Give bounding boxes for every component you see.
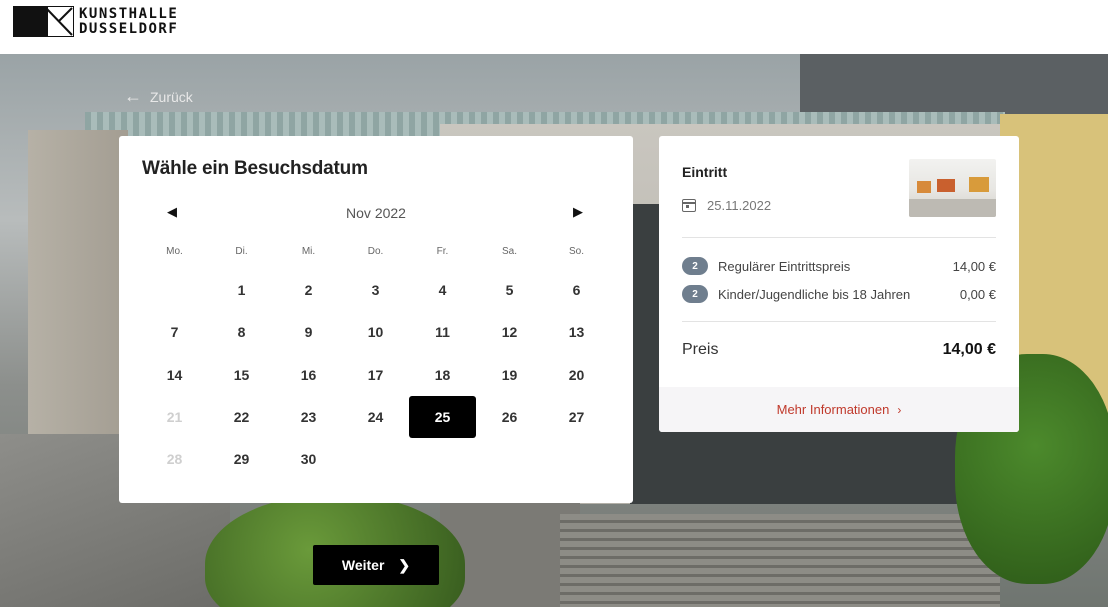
quantity-badge: 2 <box>682 285 708 303</box>
month-navigation: ◀ Nov 2022 ▶ <box>119 204 633 224</box>
calendar-day[interactable]: 23 <box>275 396 342 438</box>
calendar-day[interactable]: 7 <box>141 311 208 353</box>
calendar-day[interactable]: 17 <box>342 354 409 396</box>
calendar-day[interactable]: 13 <box>543 311 610 353</box>
quantity-badge: 2 <box>682 257 708 275</box>
ticket-date: 25.11.2022 <box>682 198 771 213</box>
weekday-label: Sa. <box>501 246 517 257</box>
calendar-empty-cell <box>141 269 208 311</box>
calendar-day[interactable]: 15 <box>208 354 275 396</box>
calendar-day[interactable]: 11 <box>409 311 476 353</box>
ticket-type-label: Kinder/Jugendliche bis 18 Jahren <box>718 286 911 302</box>
back-link[interactable]: ← Zurück <box>124 86 193 107</box>
calendar-day[interactable]: 27 <box>543 396 610 438</box>
site-header: KUNSTHALLE DUSSELDORF <box>0 0 1108 54</box>
more-info-label: Mehr Informationen <box>776 402 890 417</box>
total-value: 14,00 € <box>942 341 996 358</box>
chevron-right-icon: ❯ <box>398 556 411 573</box>
calendar-day[interactable]: 10 <box>342 311 409 353</box>
exhibition-thumbnail <box>909 159 996 217</box>
weekday-label: Mi. <box>301 246 316 257</box>
calendar-day[interactable]: 30 <box>275 438 342 480</box>
stairs <box>560 514 1000 607</box>
arrow-left-icon: ← <box>124 86 142 106</box>
calendar-day[interactable]: 12 <box>476 311 543 353</box>
calendar-icon <box>682 199 696 212</box>
ticket-row: 2 Kinder/Jugendliche bis 18 Jahren 0,00 … <box>682 285 996 303</box>
weekday-label: Di. <box>235 246 248 257</box>
kunsthalle-logo[interactable]: KUNSTHALLE DUSSELDORF <box>13 6 178 37</box>
thumb-floor <box>909 199 996 217</box>
ticket-type-label: Regulärer Eintrittspreis <box>718 258 851 274</box>
ticket-price: 14,00 € <box>952 258 996 274</box>
date-picker-card: Wähle ein Besuchsdatum ◀ Nov 2022 ▶ Mo. D… <box>119 136 633 503</box>
calendar-days-grid: 1 2 3 4 5 6 7 8 9 10 11 12 13 14 15 16 17 18 19 20 21 22 23 24 2… <box>141 269 610 480</box>
calendar-day[interactable]: 2 <box>275 269 342 311</box>
more-info-link[interactable]: Mehr Informationen › <box>659 387 1019 432</box>
logo-text: KUNSTHALLE DUSSELDORF <box>79 5 179 37</box>
thumb-artwork <box>917 181 931 193</box>
ticket-price: 0,00 € <box>959 286 996 302</box>
calendar-day[interactable]: 26 <box>476 396 543 438</box>
calendar-day-disabled: 28 <box>166 451 183 468</box>
calendar-day[interactable]: 16 <box>275 354 342 396</box>
ticket-summary-card: Eintritt 25.11.2022 2 Regulärer Eintritt… <box>659 136 1019 432</box>
chevron-right-icon: › <box>897 402 902 417</box>
ticket-row: 2 Regulärer Eintrittspreis 14,00 € <box>682 257 996 275</box>
calendar-day[interactable]: 29 <box>208 438 275 480</box>
calendar-day[interactable]: 18 <box>409 354 476 396</box>
calendar-day[interactable]: 9 <box>275 311 342 353</box>
thumb-artwork <box>937 179 955 192</box>
calendar-day[interactable]: 14 <box>141 354 208 396</box>
logo-mark-icon <box>13 6 74 37</box>
calendar-day[interactable]: 4 <box>409 269 476 311</box>
calendar-day[interactable]: 22 <box>208 396 275 438</box>
weekday-label: Do. <box>367 246 384 257</box>
thumb-artwork <box>969 177 989 192</box>
divider <box>682 237 996 238</box>
total-label: Preis <box>682 341 719 358</box>
weekday-label: Fr. <box>436 246 449 257</box>
calendar-day[interactable]: 1 <box>208 269 275 311</box>
logo-line-1: KUNSTHALLE <box>79 5 179 22</box>
calendar-day[interactable]: 8 <box>208 311 275 353</box>
roof-dark <box>800 54 1108 114</box>
continue-button[interactable]: Weiter ❯ <box>313 545 439 585</box>
logo-line-2: DUSSELDORF <box>79 20 179 37</box>
total-price: Preis 14,00 € <box>682 341 996 359</box>
date-picker-title: Wähle ein Besuchsdatum <box>142 158 368 179</box>
weekday-label: Mo. <box>166 246 183 257</box>
current-month: Nov 2022 <box>346 205 406 221</box>
calendar-day[interactable]: 19 <box>476 354 543 396</box>
calendar-day-disabled: 21 <box>166 409 183 426</box>
ticket-date-value: 25.11.2022 <box>707 198 772 213</box>
divider <box>682 321 996 322</box>
back-label: Zurück <box>150 88 193 105</box>
weekday-label: So. <box>568 246 584 257</box>
calendar-day-selected[interactable]: 25 <box>409 395 476 439</box>
weekday-header: Mo. Di. Mi. Do. Fr. Sa. So. <box>141 246 610 257</box>
calendar-day[interactable]: 5 <box>476 269 543 311</box>
ticket-title: Eintritt <box>682 164 728 180</box>
calendar-day[interactable]: 20 <box>543 354 610 396</box>
next-month-icon[interactable]: ▶ <box>573 204 583 220</box>
calendar-day[interactable]: 6 <box>543 269 610 311</box>
calendar-day[interactable]: 3 <box>342 269 409 311</box>
calendar-day[interactable]: 24 <box>342 396 409 438</box>
continue-label: Weiter <box>341 557 385 573</box>
